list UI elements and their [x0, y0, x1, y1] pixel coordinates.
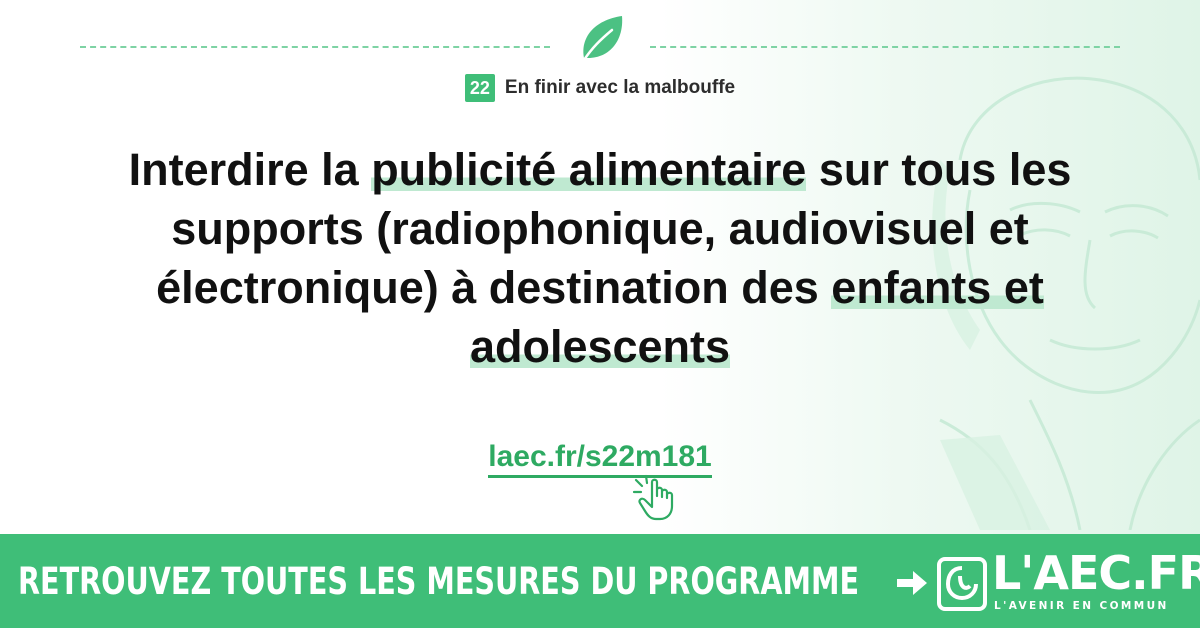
- category-title: En finir avec la malbouffe: [504, 77, 736, 98]
- logo-subtitle: L'AVENIR EN COMMUN: [994, 600, 1169, 612]
- measure-link[interactable]: laec.fr/s22m181: [488, 440, 712, 478]
- headline-highlight-1: publicité alimentaire: [371, 144, 807, 195]
- logo-text[interactable]: L'AEC.FR: [992, 548, 1200, 598]
- leaf-icon: [582, 16, 623, 62]
- bottom-banner: RETROUVEZ TOUTES LES MESURES DU PROGRAMM…: [0, 534, 1200, 628]
- category-label: 22 En finir avec la malbouffe: [0, 74, 1200, 102]
- social-card: 22 En finir avec la malbouffe Interdire …: [0, 0, 1200, 628]
- aec-emblem-icon[interactable]: [936, 556, 988, 612]
- headline-text-1: Interdire la: [128, 144, 372, 195]
- arrow-right-icon: [897, 571, 927, 595]
- banner-text: RETROUVEZ TOUTES LES MESURES DU PROGRAMM…: [18, 560, 860, 603]
- category-number-badge: 22: [464, 74, 495, 102]
- pointer-hand-icon: [632, 474, 674, 521]
- divider-right: [650, 46, 1120, 48]
- link-container: laec.fr/s22m181: [0, 440, 1200, 478]
- divider-left: [80, 46, 550, 48]
- headline: Interdire la publicité alimentaire sur t…: [30, 140, 1170, 376]
